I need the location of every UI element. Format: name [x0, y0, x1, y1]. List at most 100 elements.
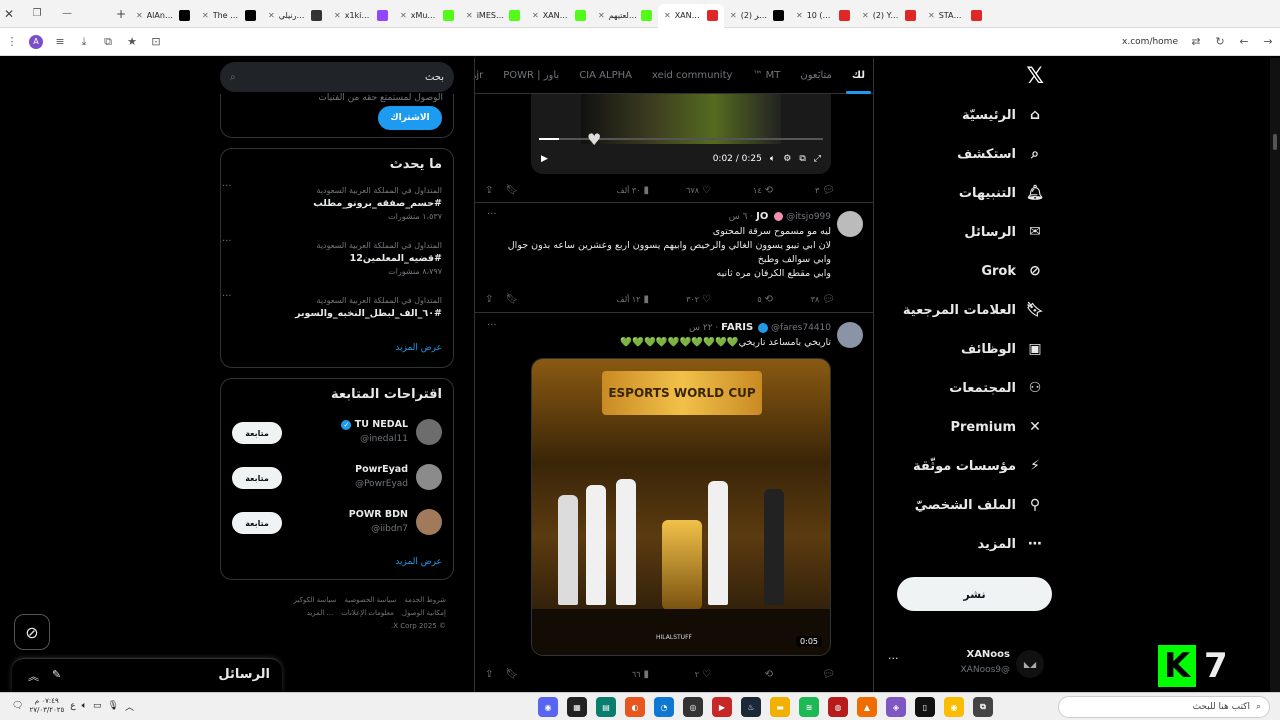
show-more-link[interactable]: عرض المزيد: [395, 557, 442, 567]
more-icon[interactable]: ···: [888, 652, 899, 665]
taskbar-search[interactable]: ⌕ اكتب هنا للبحث: [1058, 696, 1270, 718]
more-icon[interactable]: ···: [222, 181, 232, 193]
nav-item-bookmarks[interactable]: 🔖︎ العلامات المرجعية: [903, 301, 1044, 319]
network-icon[interactable]: ▭: [93, 701, 102, 711]
footer-link[interactable]: سياسة الكوكيز: [294, 594, 337, 607]
feed-tab[interactable]: Ajr: [475, 58, 493, 94]
reply-button[interactable]: 💬︎: [773, 669, 835, 680]
feed-tab[interactable]: متابَعون: [790, 58, 842, 94]
page-scrollbar[interactable]: [1270, 58, 1280, 692]
forward-icon[interactable]: →: [1256, 35, 1280, 48]
avatar[interactable]: [416, 419, 442, 445]
subscribe-button[interactable]: الاشتراك: [378, 106, 442, 130]
nav-item-messages[interactable]: ✉ الرسائل: [964, 223, 1044, 241]
search-box[interactable]: بحث ⌕: [220, 62, 454, 92]
repost-button[interactable]: ⟲ ١٤: [711, 185, 773, 196]
steam-icon[interactable]: ♨: [741, 697, 761, 717]
pip-icon[interactable]: ⧉: [799, 154, 805, 164]
feed-tab[interactable]: باور | POWR: [493, 58, 569, 94]
tweet[interactable]: JO @itsjo999 · ٦ س ··· ليه مو مسموح سرقة…: [475, 203, 873, 313]
more-menu-icon[interactable]: ⋮: [0, 35, 24, 48]
volume-icon[interactable]: 🔈︎: [770, 154, 775, 164]
account-switcher[interactable]: ◢◣ XANoos @XANoos9 ···: [880, 646, 1060, 682]
profile-avatar[interactable]: A: [29, 34, 43, 49]
volume-icon[interactable]: 🔈︎: [82, 701, 87, 711]
browser-tab[interactable]: ✕x1kid Stre: [328, 4, 394, 28]
author-handle[interactable]: @fares74410: [771, 323, 831, 333]
trend-item[interactable]: المتداول في المملكة العربية السعودية #٦٠_…: [222, 291, 442, 321]
feed-tab[interactable]: CIA ALPHA: [569, 58, 642, 94]
epic-games-icon[interactable]: ▯: [915, 697, 935, 717]
show-more-link[interactable]: عرض المزيد: [395, 343, 442, 353]
extensions-icon[interactable]: ⧉: [96, 35, 120, 49]
search-input[interactable]: بحث: [425, 72, 444, 83]
follow-suggestion[interactable]: POWR BDN @iibdn7 متابعة: [232, 509, 442, 539]
browser-tab[interactable]: ✕iMESO Str: [460, 4, 526, 28]
nav-item-home[interactable]: ⌂ الرئيسيّة: [962, 106, 1044, 124]
nav-item-premium[interactable]: ✕ Premium: [950, 418, 1044, 436]
file-explorer-icon[interactable]: ▬: [770, 697, 790, 717]
nav-item-jobs[interactable]: ▣ الوظائف: [961, 340, 1044, 358]
tray-overflow-icon[interactable]: ︿: [125, 700, 134, 713]
nav-item-profile[interactable]: ⚲ الملف الشخصيّ: [915, 496, 1044, 514]
nav-item-more[interactable]: ⋯ المزيد: [977, 535, 1044, 553]
views-button[interactable]: ▮ ٦٦: [587, 669, 649, 680]
reply-button[interactable]: 💬︎ ٣٨: [773, 294, 835, 305]
close-tab-icon[interactable]: ✕: [664, 11, 671, 20]
close-tab-icon[interactable]: ✕: [796, 11, 803, 20]
close-tab-icon[interactable]: ✕: [334, 11, 341, 20]
feed-tab[interactable]: MT ™: [742, 58, 790, 94]
close-tab-icon[interactable]: ✕: [136, 11, 143, 20]
avatar[interactable]: [416, 509, 442, 535]
firefox-icon[interactable]: ◐: [625, 697, 645, 717]
avatar[interactable]: [837, 322, 863, 348]
post-button[interactable]: نشر: [897, 577, 1052, 611]
expand-icon[interactable]: ︽: [28, 668, 39, 684]
fullscreen-icon[interactable]: ⤢: [814, 154, 821, 164]
footer-link[interactable]: سياسة الخصوصية: [344, 594, 396, 607]
browser-tab[interactable]: ✕تورنيلي -: [262, 4, 328, 28]
obs-icon[interactable]: ◎: [683, 697, 703, 717]
minimize-window-icon[interactable]: —: [52, 8, 82, 19]
microphone-icon[interactable]: 🎙︎: [108, 701, 119, 711]
app-icon[interactable]: ▲: [857, 697, 877, 717]
author-name[interactable]: FARIS: [721, 322, 753, 333]
repost-button[interactable]: ⟲ ٥: [711, 294, 773, 305]
avatar[interactable]: [416, 464, 442, 490]
feed-tab[interactable]: لك: [842, 58, 873, 94]
settings-icon[interactable]: ⚙: [783, 154, 791, 164]
messages-drawer[interactable]: الرسائل ✎ ︽: [12, 658, 282, 692]
close-window-icon[interactable]: ✕: [0, 7, 18, 21]
task-view-icon[interactable]: ⧉: [973, 697, 993, 717]
author-name[interactable]: JO: [756, 211, 768, 222]
app-icon[interactable]: ▤: [596, 697, 616, 717]
x-logo-icon[interactable]: 𝕏: [1026, 64, 1044, 89]
like-button[interactable]: ♡ ٦٧٨: [649, 185, 711, 196]
bookmark-icon[interactable]: 🔖︎: [505, 669, 518, 680]
video-editor-icon[interactable]: ▶: [712, 697, 732, 717]
grok-button[interactable]: ⊘: [14, 614, 50, 650]
install-app-icon[interactable]: ⊡: [144, 35, 168, 48]
video-progress-bar[interactable]: [539, 138, 823, 140]
browser-tab[interactable]: ✕xMusaad: [394, 4, 460, 28]
share-icon[interactable]: ⇪: [485, 669, 493, 680]
app-icon[interactable]: ▦: [567, 697, 587, 717]
feed-tab[interactable]: xeid community: [642, 58, 742, 94]
bookmark-icon[interactable]: 🔖︎: [505, 185, 518, 196]
downloads-icon[interactable]: ⤓: [72, 35, 96, 49]
like-button[interactable]: ♡ ٣٠٢: [649, 294, 711, 305]
browser-tab[interactable]: ✕لعتيهم | pp: [592, 4, 658, 28]
share-icon[interactable]: ⇪: [485, 185, 493, 196]
close-tab-icon[interactable]: ✕: [928, 11, 935, 20]
author-handle[interactable]: @itsjo999: [786, 212, 831, 222]
browser-tab[interactable]: ✕The best: [196, 4, 262, 28]
follow-button[interactable]: متابعة: [232, 467, 282, 489]
tweet-time[interactable]: ٦ س: [729, 212, 748, 222]
bookmark-icon[interactable]: 🔖︎: [505, 294, 518, 305]
reply-button[interactable]: 💬︎ ٣: [773, 185, 835, 196]
close-tab-icon[interactable]: ✕: [730, 11, 737, 20]
browser-tab[interactable]: ✕10 (2) دقا: [790, 4, 856, 28]
bookmark-star-icon[interactable]: ★: [120, 35, 144, 48]
footer-link[interactable]: إمكانية الوصول: [402, 607, 446, 620]
notifications-icon[interactable]: 🗨︎: [12, 701, 23, 711]
